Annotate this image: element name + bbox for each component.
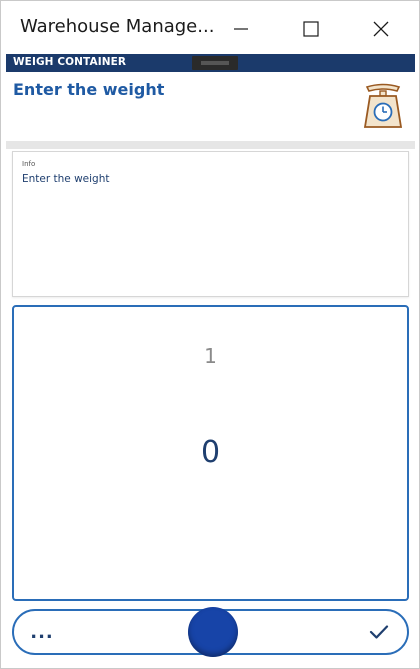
quantity-value: 1 [204,344,217,368]
action-bar: ... [12,607,409,657]
instruction-text: Enter the weight [13,80,165,99]
confirm-button[interactable] [365,620,393,644]
app-window: Warehouse Manage... WEIGH CONTAINER Ente… [0,0,420,669]
scale-icon [363,83,403,128]
close-button[interactable] [359,11,403,47]
section-divider [6,141,415,149]
title-bar: Warehouse Manage... [1,1,419,53]
more-options-button[interactable]: ... [26,621,58,643]
instruction-header: Enter the weight [6,72,415,141]
drag-handle[interactable] [192,56,238,70]
weight-input-panel[interactable]: 1 0 [12,305,409,601]
info-panel: Info Enter the weight [12,151,409,297]
info-caption: Info [22,160,36,168]
scan-button[interactable] [188,607,238,657]
maximize-button[interactable] [289,11,333,47]
minimize-button[interactable] [219,11,263,47]
page-header-bar: WEIGH CONTAINER [6,54,415,72]
page-title: WEIGH CONTAINER [13,56,127,68]
maximize-icon [303,21,319,37]
info-message: Enter the weight [22,173,110,185]
minimize-icon [234,28,248,30]
close-icon [373,21,389,37]
checkmark-icon [369,625,389,639]
window-title: Warehouse Manage... [20,16,215,37]
weight-field[interactable]: 0 [14,435,407,470]
